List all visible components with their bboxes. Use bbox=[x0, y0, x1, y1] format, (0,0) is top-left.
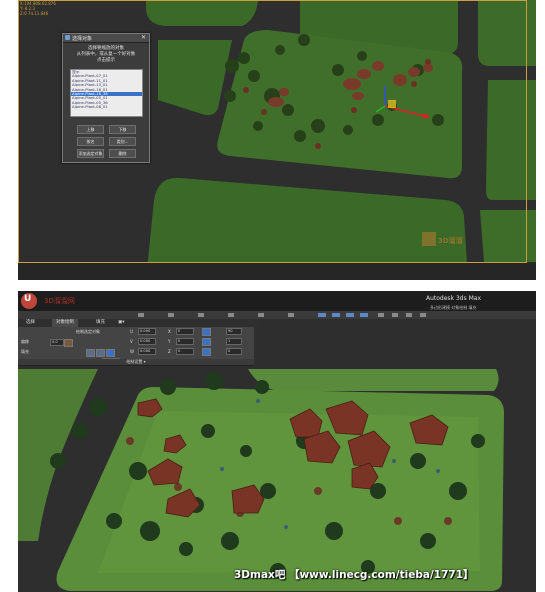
move-down-button[interactable]: 下移 bbox=[109, 125, 136, 134]
axis-z-field[interactable]: 0 bbox=[176, 348, 194, 355]
window-title: Autodesk 3ds Max bbox=[426, 295, 482, 302]
scale-u-field[interactable]: 0.000 bbox=[138, 328, 156, 335]
window-hint: 多边形建模 对象绘制 填充 bbox=[430, 305, 477, 310]
app-logo-icon[interactable]: U bbox=[21, 293, 37, 309]
scale-w-field[interactable]: 0.000 bbox=[138, 348, 156, 355]
site-logo-text: 3D溜溜 bbox=[438, 237, 463, 245]
paint-icon[interactable] bbox=[64, 339, 73, 347]
toolbar-icons[interactable] bbox=[18, 311, 536, 319]
misc-field[interactable]: 90 bbox=[226, 328, 242, 335]
dialog-hint: 从列表中，或从复一个好对象 bbox=[76, 52, 136, 57]
brush-label: 绘制选定对象 bbox=[76, 329, 100, 334]
scale-u-label: U bbox=[130, 329, 133, 334]
offset-label: 偏移 bbox=[21, 339, 29, 344]
category-button[interactable]: 类别... bbox=[109, 137, 136, 146]
grass-lot bbox=[248, 369, 499, 391]
hud-coordinates: X:104.808.02.876 Y:-8.2.3 Z:0 74.11.646 bbox=[20, 1, 56, 16]
watermark-text: 3Dmax吧 【www.linecg.com/tieba/1771】 bbox=[234, 569, 474, 581]
dialog-app-icon bbox=[65, 35, 70, 40]
axis-x-field[interactable]: 0 bbox=[176, 328, 194, 335]
axis-y-label: Y bbox=[168, 339, 171, 344]
list-item[interactable]: Alpine-Plant-08_01 bbox=[71, 104, 142, 109]
close-icon[interactable]: ✕ bbox=[141, 34, 146, 41]
by-name-button[interactable]: 按名 bbox=[77, 137, 104, 146]
tab-select[interactable]: 选择 bbox=[22, 319, 39, 327]
random-offset-icon[interactable] bbox=[202, 348, 211, 356]
hud-line: Z:0 74.11.646 bbox=[20, 11, 49, 16]
random-rotate-icon[interactable] bbox=[202, 338, 211, 346]
object-list[interactable]: 显示 Alpine-Plant-07_01 Alpine-Plant-11_01… bbox=[70, 69, 143, 117]
ribbon-tabs: 选择 对象绘制 填充 ▣▾ bbox=[18, 319, 258, 327]
grass-lot bbox=[480, 210, 536, 262]
space-label: 填充 bbox=[21, 349, 29, 354]
add-selected-button[interactable]: 添加选定对象 bbox=[77, 149, 104, 158]
offset-field[interactable]: 0.0 bbox=[50, 339, 64, 346]
axis-z-label: Z bbox=[168, 349, 171, 354]
scale-v-field[interactable]: 0.000 bbox=[138, 338, 156, 345]
top-viewport[interactable]: X:104.808.02.876 Y:-8.2.3 Z:0 74.11.646 … bbox=[18, 0, 536, 280]
move-up-button[interactable]: 上移 bbox=[77, 125, 104, 134]
dialog-title: 选择对象 bbox=[72, 36, 93, 42]
select-objects-dialog[interactable]: 选择对象 ✕ 选择要缩放的对象 从列表中，或从复一个好对象 点击提示 显示 Al… bbox=[62, 33, 150, 163]
grass-lot-main bbox=[217, 30, 463, 179]
ribbon-section-title[interactable]: 绘制设置 ▾ bbox=[18, 359, 254, 365]
app-logo-letter: U bbox=[24, 294, 32, 304]
dialog-hint: 点击提示 bbox=[97, 58, 115, 63]
delete-button[interactable]: 删除 bbox=[109, 149, 136, 158]
tab-more[interactable]: ▣▾ bbox=[114, 319, 129, 327]
grass-lot bbox=[146, 0, 258, 26]
align-z-icon[interactable] bbox=[106, 349, 115, 357]
bottom-app-window: U 3D溜溜网 Autodesk 3ds Max 多边形建模 对象绘制 填充 选… bbox=[18, 291, 536, 592]
tab-populate[interactable]: 填充 bbox=[92, 319, 109, 327]
misc-field[interactable]: 1 bbox=[226, 338, 242, 345]
grass-lot bbox=[486, 80, 536, 200]
align-y-icon[interactable] bbox=[96, 349, 105, 357]
object-paint-ribbon: 绘制选定对象 偏移 0.0 填充 间距 70.0 U 0.000 V 0.000… bbox=[18, 327, 254, 366]
site-logo-cube bbox=[422, 232, 436, 246]
grass-lot bbox=[478, 0, 536, 66]
axis-x-label: X bbox=[168, 329, 171, 334]
dialog-titlebar[interactable]: 选择对象 ✕ bbox=[63, 34, 149, 43]
main-toolbar bbox=[18, 311, 536, 319]
random-scale-icon[interactable] bbox=[202, 328, 211, 336]
scale-v-label: V bbox=[130, 339, 133, 344]
tab-object-paint[interactable]: 对象绘制 bbox=[52, 319, 78, 327]
misc-field[interactable]: 0 bbox=[226, 348, 242, 355]
scale-w-label: W bbox=[130, 349, 134, 354]
dialog-hint: 选择要缩放的对象 bbox=[88, 46, 124, 51]
axis-y-field[interactable]: 0 bbox=[176, 338, 194, 345]
site-red-title: 3D溜溜网 bbox=[44, 297, 75, 305]
align-x-icon[interactable] bbox=[86, 349, 95, 357]
